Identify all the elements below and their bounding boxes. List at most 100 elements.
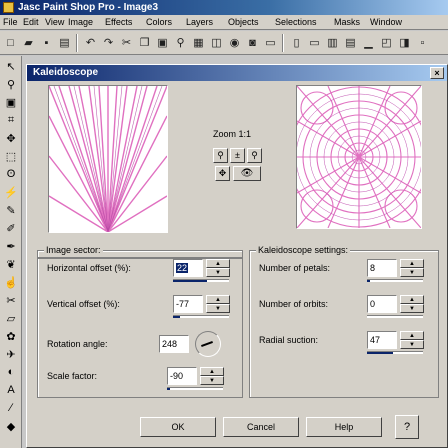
shape-tool-icon[interactable]: ◆ — [3, 418, 19, 434]
help-question-icon: ? — [403, 421, 411, 433]
help-button[interactable]: Help — [306, 417, 382, 437]
draw-tool-icon[interactable]: ∕ — [3, 400, 19, 416]
petals-slider[interactable] — [367, 279, 423, 282]
context-help-button[interactable]: ? — [395, 415, 419, 439]
menu-image[interactable]: Image — [68, 17, 93, 28]
control-palette-toggle-icon[interactable]: ▭ — [306, 34, 323, 51]
dropper-tool-icon[interactable]: ✎ — [3, 202, 19, 218]
horizontal-offset-input[interactable]: 22 — [173, 259, 203, 277]
dialog-close-button[interactable]: × — [430, 67, 444, 79]
copy-icon[interactable]: ❐ — [136, 34, 153, 51]
color-palette-toggle-icon[interactable]: ▥ — [324, 34, 341, 51]
paintbrush-tool-icon[interactable]: ✐ — [3, 220, 19, 236]
rotation-angle-input[interactable]: 248 — [159, 335, 189, 353]
eraser-tool-icon[interactable]: ▱ — [3, 310, 19, 326]
radial-suction-up[interactable]: ▲ — [400, 331, 424, 340]
overview-icon[interactable]: ◰ — [378, 34, 395, 51]
arrow-tool-icon[interactable]: ↖ — [3, 58, 19, 74]
rotation-angle-dial[interactable] — [195, 331, 221, 357]
cut-icon[interactable]: ✂ — [118, 34, 135, 51]
picture-tube-icon[interactable]: ✿ — [3, 328, 19, 344]
redo-icon[interactable]: ↷ — [100, 34, 117, 51]
zoom-tool-icon[interactable]: ⚲ — [3, 76, 19, 92]
layer-palette-toggle-icon[interactable]: ▤ — [342, 34, 359, 51]
menu-colors[interactable]: Colors — [146, 17, 172, 28]
horizontal-offset-slider[interactable] — [173, 279, 229, 282]
vertical-offset-up[interactable]: ▲ — [206, 295, 230, 304]
paste-icon[interactable]: ▣ — [154, 34, 171, 51]
print-icon[interactable]: ▤ — [56, 34, 73, 51]
crop-tool-icon[interactable]: ⌗ — [3, 112, 19, 128]
undo-icon[interactable]: ↶ — [82, 34, 99, 51]
vertical-offset-input[interactable]: -77 — [173, 295, 203, 313]
petals-spinner[interactable]: ▲ ▼ — [400, 259, 424, 277]
zoom-in-button[interactable]: ⚲ — [213, 148, 228, 163]
cancel-button[interactable]: Cancel — [223, 417, 299, 437]
radial-suction-slider[interactable] — [367, 351, 423, 354]
save-icon[interactable]: ▪ — [38, 34, 55, 51]
zoom-fit-button[interactable]: ± — [230, 148, 245, 163]
radial-suction-spinner[interactable]: ▲ ▼ — [400, 331, 424, 349]
petals-input[interactable]: 8 — [367, 259, 397, 277]
new-file-icon[interactable]: □ — [2, 34, 19, 51]
orbits-input[interactable]: 0 — [367, 295, 397, 313]
scratch-remover-icon[interactable]: ✂ — [3, 292, 19, 308]
open-file-icon[interactable]: ▰ — [20, 34, 37, 51]
ok-button[interactable]: OK — [140, 417, 216, 437]
retouch-tool-icon[interactable]: ☝ — [3, 274, 19, 290]
preview-icon[interactable]: ◉ — [226, 34, 243, 51]
scanner-icon[interactable]: ▭ — [262, 34, 279, 51]
horizontal-offset-spinner[interactable]: ▲ ▼ — [206, 259, 230, 277]
orbits-down[interactable]: ▼ — [400, 304, 424, 313]
script-icon[interactable]: ◨ — [396, 34, 413, 51]
zoom-icon[interactable]: ⚲ — [172, 34, 189, 51]
flood-fill-icon[interactable]: ◐ — [3, 364, 19, 380]
freehand-tool-icon[interactable]: ʘ — [3, 166, 19, 182]
pan-button[interactable]: ✥ — [215, 166, 230, 181]
radial-suction-down[interactable]: ▼ — [400, 340, 424, 349]
horizontal-offset-up[interactable]: ▲ — [206, 259, 230, 268]
menu-file[interactable]: File — [3, 17, 18, 28]
scale-factor-up[interactable]: ▲ — [200, 367, 224, 376]
magic-wand-icon[interactable]: ⚡ — [3, 184, 19, 200]
color-replacer-icon[interactable]: ❦ — [3, 256, 19, 272]
menu-window[interactable]: Window — [370, 17, 402, 28]
menu-objects[interactable]: Objects — [228, 17, 259, 28]
orbits-slider[interactable] — [367, 315, 423, 318]
move-tool-icon[interactable]: ✥ — [3, 130, 19, 146]
menu-edit[interactable]: Edit — [23, 17, 39, 28]
menu-selections[interactable]: Selections — [275, 17, 317, 28]
menu-effects[interactable]: Effects — [105, 17, 132, 28]
camera-icon[interactable]: ◙ — [244, 34, 261, 51]
menu-view[interactable]: View — [45, 17, 64, 28]
scale-factor-input[interactable]: -90 — [167, 367, 197, 385]
tool-palette-toggle-icon[interactable]: ▯ — [288, 34, 305, 51]
clone-brush-icon[interactable]: ✒ — [3, 238, 19, 254]
horizontal-offset-down[interactable]: ▼ — [206, 268, 230, 277]
vertical-offset-spinner[interactable]: ▲ ▼ — [206, 295, 230, 313]
petals-down[interactable]: ▼ — [400, 268, 424, 277]
browse-icon[interactable]: ▦ — [190, 34, 207, 51]
scale-factor-slider[interactable] — [167, 387, 223, 390]
auto-proof-button[interactable]: 👁 — [233, 166, 261, 181]
menu-layers[interactable]: Layers — [186, 17, 213, 28]
deform-tool-icon[interactable]: ▣ — [3, 94, 19, 110]
orbits-up[interactable]: ▲ — [400, 295, 424, 304]
vertical-offset-value: -77 — [176, 299, 190, 309]
selection-tool-icon[interactable]: ⬚ — [3, 148, 19, 164]
learning-center-icon[interactable]: ▫ — [414, 34, 431, 51]
radial-suction-input[interactable]: 47 — [367, 331, 397, 349]
original-preview-image — [49, 86, 167, 232]
text-tool-icon[interactable]: A — [3, 382, 19, 398]
menu-masks[interactable]: Masks — [334, 17, 360, 28]
petals-up[interactable]: ▲ — [400, 259, 424, 268]
full-screen-icon[interactable]: ◫ — [208, 34, 225, 51]
scale-factor-spinner[interactable]: ▲ ▼ — [200, 367, 224, 385]
vertical-offset-down[interactable]: ▼ — [206, 304, 230, 313]
orbits-spinner[interactable]: ▲ ▼ — [400, 295, 424, 313]
airbrush-tool-icon[interactable]: ✈ — [3, 346, 19, 362]
scale-factor-down[interactable]: ▼ — [200, 376, 224, 385]
vertical-offset-slider[interactable] — [173, 315, 229, 318]
zoom-out-button[interactable]: ⚲ — [247, 148, 262, 163]
histogram-icon[interactable]: ▁ — [360, 34, 377, 51]
